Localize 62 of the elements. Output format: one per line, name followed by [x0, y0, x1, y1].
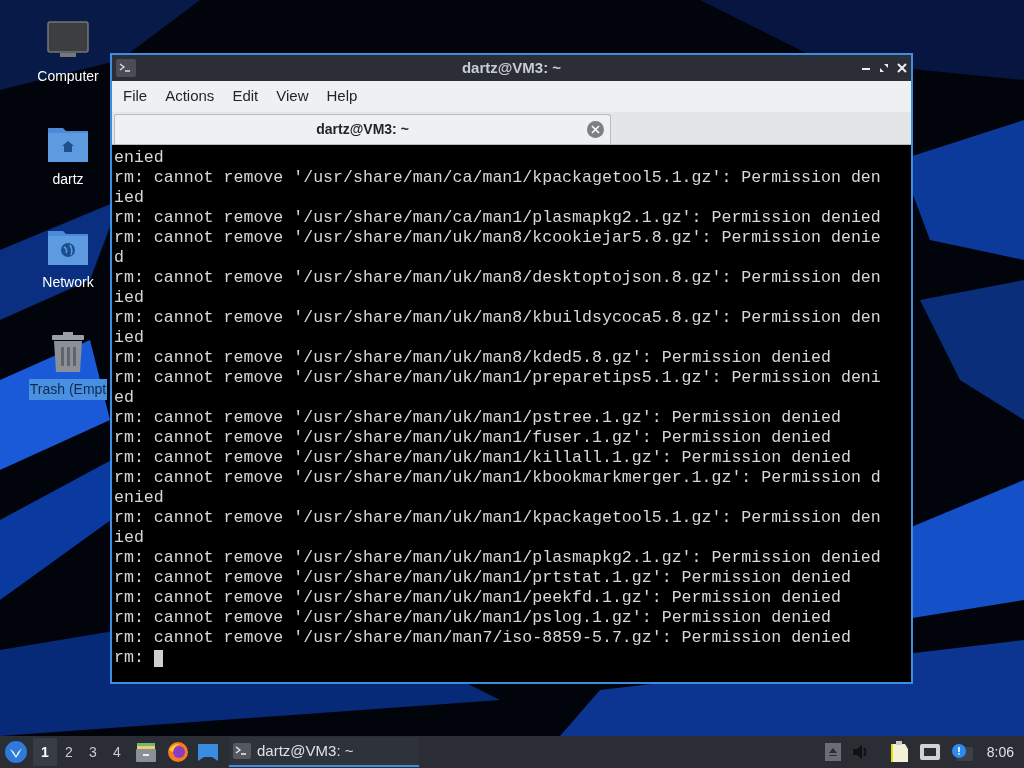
eject-icon[interactable]: [824, 743, 841, 761]
desktop-icon-label[interactable]: Trash (Empt: [28, 379, 108, 400]
terminal-line: rm: cannot remove '/usr/share/man/uk/man8/kded5.8.gz': Permission denied: [114, 348, 831, 368]
terminal-line: rm: cannot remove '/usr/share/man/uk/man1/preparetips5.1.gz': Permission deni: [114, 368, 881, 388]
clock[interactable]: 8:06: [986, 741, 1014, 763]
terminal-line: rm: cannot remove '/usr/share/man/uk/man1/pslog.1.gz': Permission denied: [114, 608, 831, 628]
text-cursor: [153, 649, 163, 667]
terminal-line: rm: cannot remove '/usr/share/man/uk/man1/kbookmarkmerger.1.gz': Permission d: [114, 468, 881, 488]
notification-icon[interactable]: [950, 743, 973, 761]
terminal-line: rm: cannot remove '/usr/share/man/uk/man1/peekfd.1.gz': Permission denied: [114, 588, 841, 608]
clipboard-icon[interactable]: [888, 741, 909, 763]
terminal-line: rm: cannot remove '/usr/share/man/uk/man8/desktoptojson.8.gz': Permission den: [114, 268, 881, 288]
terminal-line: rm: cannot remove '/usr/share/man/ca/man1/kpackagetool5.1.gz': Permission den: [114, 168, 881, 188]
network-folder-icon[interactable]: [47, 228, 89, 266]
network-icon[interactable]: [918, 743, 941, 761]
terminal-line: ied: [114, 328, 144, 348]
terminal-line: ied: [114, 188, 144, 208]
menu-item[interactable]: Edit: [223, 85, 268, 108]
terminal-line: rm: cannot remove '/usr/share/man/uk/man1/pstree.1.gz': Permission denied: [114, 408, 841, 428]
menu-item[interactable]: File: [114, 85, 157, 108]
close-icon[interactable]: [897, 63, 907, 73]
terminal-line: ied: [114, 528, 144, 548]
workspace-button[interactable]: 4: [105, 738, 129, 766]
terminal-line: rm: cannot remove '/usr/share/man/uk/man1/killall.1.gz': Permission denied: [114, 448, 851, 468]
workspace-button[interactable]: 2: [57, 738, 81, 766]
terminal-line: d: [114, 248, 124, 268]
terminal-line: rm: cannot remove '/usr/share/man/uk/man1/fuser.1.gz': Permission denied: [114, 428, 831, 448]
terminal-line: rm: cannot remove '/usr/share/man/uk/man1/prtstat.1.gz': Permission denied: [114, 568, 851, 588]
terminal-line: enied: [114, 488, 164, 508]
maximize-icon[interactable]: [879, 63, 889, 73]
window-title: dartz@VM3: ~: [460, 57, 563, 78]
terminal-line: rm: cannot remove '/usr/share/man/ca/man1/plasmapkg2.1.gz': Permission denied: [114, 208, 881, 228]
terminal-line: ied: [114, 288, 144, 308]
terminal-line: ed: [114, 388, 134, 408]
terminal-icon: [233, 743, 251, 759]
trash-icon[interactable]: [50, 331, 86, 373]
home-folder-icon[interactable]: [47, 125, 89, 163]
menu-item[interactable]: Help: [317, 85, 367, 108]
menu-item[interactable]: View: [267, 85, 318, 108]
terminal-line: rm: cannot remove '/usr/share/man/uk/man1/plasmapkg2.1.gz': Permission denied: [114, 548, 881, 568]
terminal-line: enied: [114, 148, 164, 168]
file-manager-icon[interactable]: [135, 741, 157, 763]
browser-icon[interactable]: [167, 741, 189, 763]
desktop-icon-label[interactable]: dartz: [51, 169, 85, 190]
terminal-line: rm: cannot remove '/usr/share/man/uk/man8/kcookiejar5.8.gz': Permission denie: [114, 228, 881, 248]
desktop-icon-label[interactable]: Computer: [36, 66, 100, 87]
tab-label: dartz@VM3: ~: [315, 120, 410, 139]
workspace-button[interactable]: 3: [81, 738, 105, 766]
terminal-line: rm: cannot remove '/usr/share/man/man7/iso-8859-5.7.gz': Permission denied: [114, 628, 851, 648]
close-tab-icon[interactable]: [587, 121, 604, 138]
terminal-line: rm: cannot remove '/usr/share/man/uk/man8/kbuildsycoca5.8.gz': Permission den: [114, 308, 881, 328]
terminal-line: rm:: [114, 648, 145, 668]
computer-icon[interactable]: [46, 20, 90, 60]
desktop-icon-label[interactable]: Network: [41, 272, 95, 293]
terminal-tab[interactable]: dartz@VM3: ~: [114, 114, 611, 144]
workspace-button[interactable]: 1: [33, 738, 57, 766]
start-menu-icon[interactable]: [5, 741, 27, 763]
terminal-icon: [116, 59, 136, 77]
terminal-line: rm: cannot remove '/usr/share/man/uk/man1/kpackagetool5.1.gz': Permission den: [114, 508, 881, 528]
show-desktop-icon[interactable]: [197, 742, 219, 762]
taskbar-task-button[interactable]: dartz@VM3: ~: [229, 737, 419, 767]
menu-item[interactable]: Actions: [156, 85, 224, 108]
